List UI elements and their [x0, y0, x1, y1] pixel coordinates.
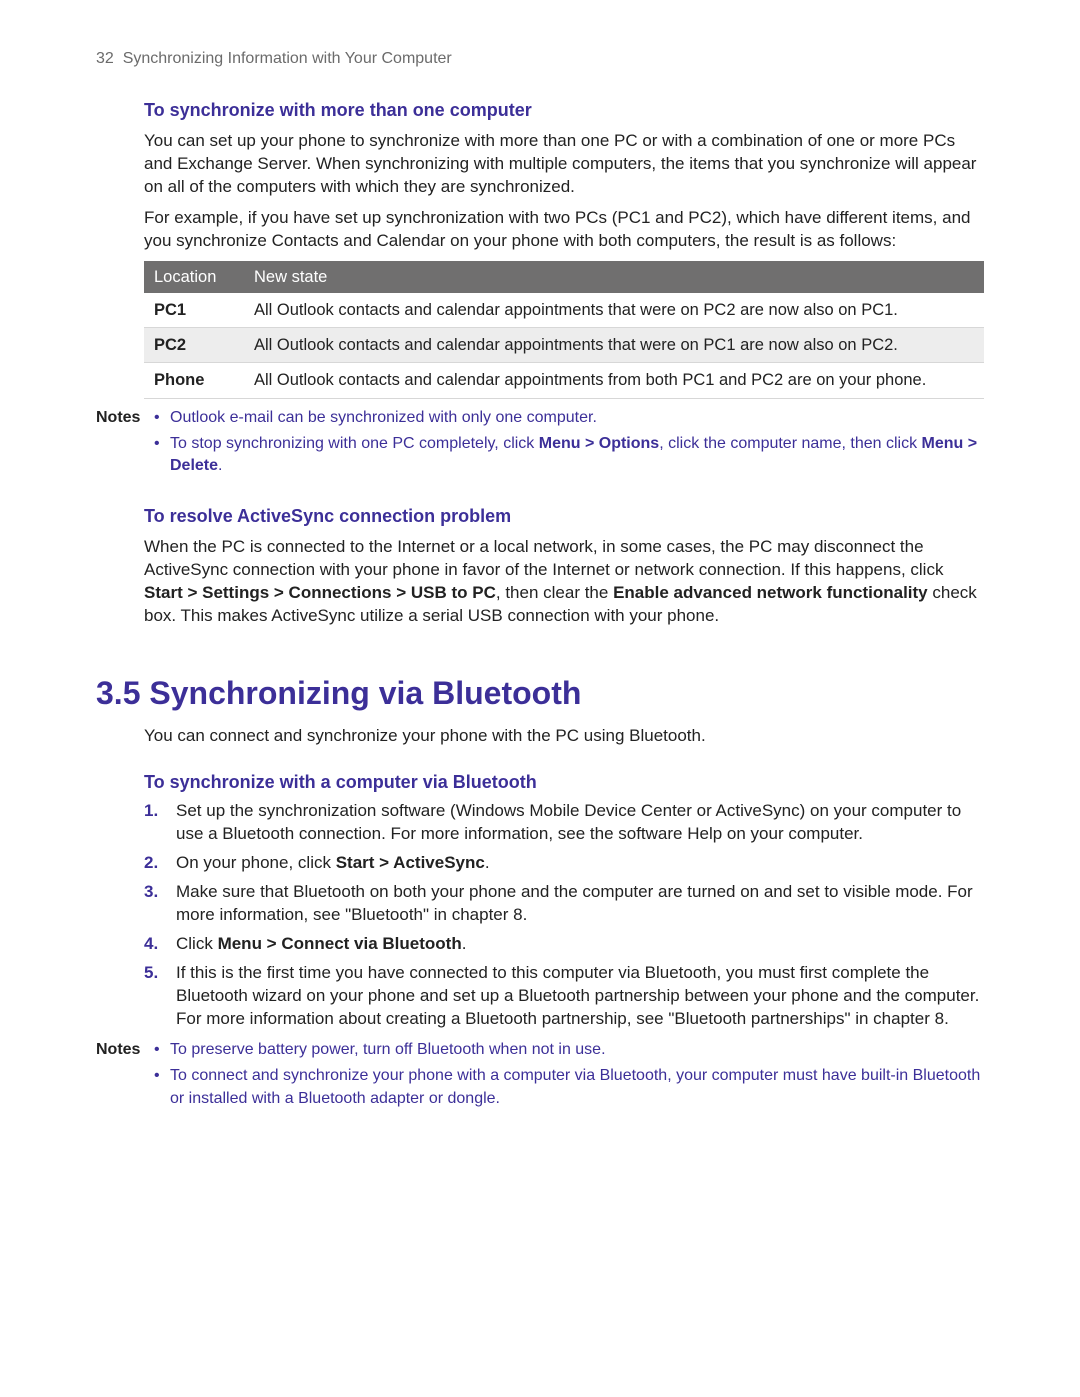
running-header: 32 Synchronizing Information with Your C…: [96, 48, 984, 70]
cell-state: All Outlook contacts and calendar appoin…: [244, 363, 984, 398]
page-number: 32: [96, 50, 114, 67]
table-row: PC1 All Outlook contacts and calendar ap…: [144, 293, 984, 328]
notes-block: Notes To preserve battery power, turn of…: [96, 1039, 984, 1114]
step-item: On your phone, click Start > ActiveSync.: [144, 852, 984, 875]
table-row: PC2 All Outlook contacts and calendar ap…: [144, 328, 984, 363]
cell-state: All Outlook contacts and calendar appoin…: [244, 293, 984, 328]
page: 32 Synchronizing Information with Your C…: [0, 0, 1080, 1174]
subheading-sync-bluetooth: To synchronize with a computer via Bluet…: [144, 770, 984, 794]
cell-location: PC2: [144, 328, 244, 363]
note-item: To preserve battery power, turn off Blue…: [154, 1039, 984, 1061]
note-item: To connect and synchronize your phone wi…: [154, 1065, 984, 1110]
body-content: You can connect and synchronize your pho…: [144, 725, 984, 1114]
step-item: Set up the synchronization software (Win…: [144, 800, 984, 846]
notes-block: Notes Outlook e-mail can be synchronized…: [96, 407, 984, 482]
notes-label: Notes: [96, 1039, 154, 1114]
table-header-location: Location: [144, 261, 244, 293]
note-item: To stop synchronizing with one PC comple…: [154, 433, 984, 478]
paragraph: For example, if you have set up synchron…: [144, 207, 984, 253]
sync-result-table: Location New state PC1 All Outlook conta…: [144, 261, 984, 399]
notes-label: Notes: [96, 407, 154, 482]
subheading-resolve-activesync: To resolve ActiveSync connection problem: [144, 504, 984, 528]
step-item: Make sure that Bluetooth on both your ph…: [144, 881, 984, 927]
cell-location: Phone: [144, 363, 244, 398]
paragraph: When the PC is connected to the Internet…: [144, 536, 984, 628]
notes-list: Outlook e-mail can be synchronized with …: [154, 407, 984, 482]
notes-list: To preserve battery power, turn off Blue…: [154, 1039, 984, 1114]
section-heading-3-5: 3.5 Synchronizing via Bluetooth: [96, 672, 984, 715]
body-content: To synchronize with more than one comput…: [144, 98, 984, 628]
chapter-title: Synchronizing Information with Your Comp…: [123, 50, 452, 67]
cell-state: All Outlook contacts and calendar appoin…: [244, 328, 984, 363]
cell-location: PC1: [144, 293, 244, 328]
paragraph: You can set up your phone to synchronize…: [144, 130, 984, 199]
step-item: If this is the first time you have conne…: [144, 962, 984, 1031]
table-row: Phone All Outlook contacts and calendar …: [144, 363, 984, 398]
table-header-newstate: New state: [244, 261, 984, 293]
note-item: Outlook e-mail can be synchronized with …: [154, 407, 984, 429]
paragraph: You can connect and synchronize your pho…: [144, 725, 984, 748]
subheading-sync-multiple: To synchronize with more than one comput…: [144, 98, 984, 122]
step-item: Click Menu > Connect via Bluetooth.: [144, 933, 984, 956]
steps-list: Set up the synchronization software (Win…: [144, 800, 984, 1030]
